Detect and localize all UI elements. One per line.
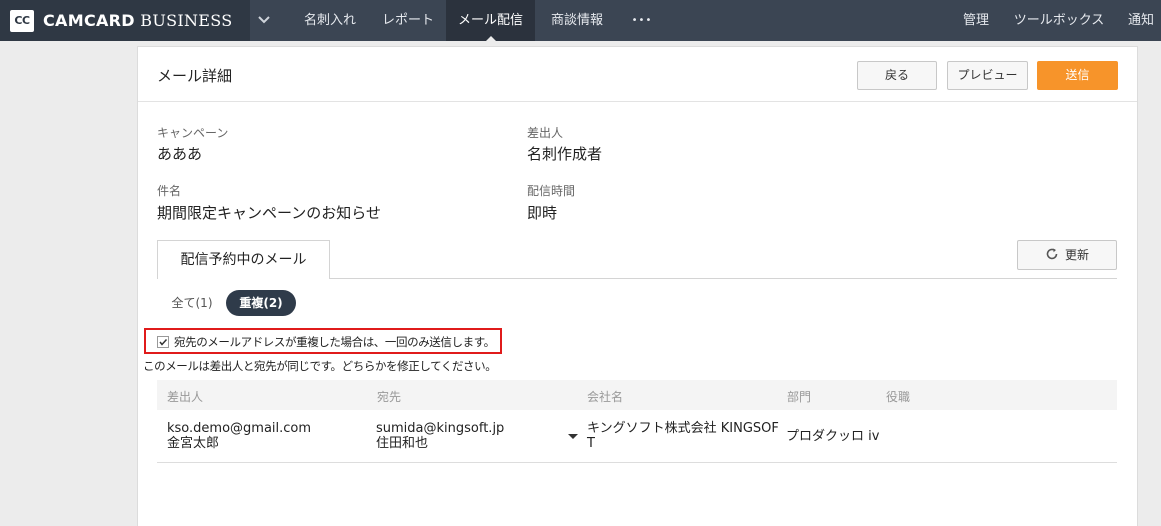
refresh-button[interactable]: 更新 [1017, 240, 1117, 270]
brand-name: CAMCARD BUSINESS [43, 11, 233, 30]
panel-header: メール詳細 戻る プレビュー 送信 [138, 47, 1137, 102]
nav-item-reports[interactable]: レポート [372, 0, 444, 41]
nav-item-mail-label: メール配信 [457, 13, 523, 28]
row-sender-email: kso.demo@gmail.com [167, 421, 312, 436]
time-value: 即時 [527, 204, 558, 222]
warning-text: このメールは差出人と宛先が同じです。どちらかを修正してください。 [143, 359, 497, 373]
nav-item-cards[interactable]: 名刺入れ [290, 0, 370, 41]
mail-detail-panel: メール詳細 戻る プレビュー 送信 キャンペーン あああ 差出人 名刺作成者 件… [137, 46, 1138, 526]
dedupe-checkbox[interactable] [157, 336, 169, 348]
nav-item-notify[interactable]: 通知 [1121, 0, 1161, 41]
row-sender-name: 金宮太郎 [167, 436, 220, 451]
col-department: 部門 [787, 390, 812, 404]
subject-value: 期間限定キャンペーンのお知らせ [157, 204, 381, 222]
more-icon[interactable]: ••• [622, 0, 662, 41]
col-title: 役職 [886, 390, 911, 404]
row-company-line2: T [587, 436, 595, 451]
brand[interactable]: CC CAMCARD BUSINESS [0, 0, 250, 41]
top-navbar: CC CAMCARD BUSINESS 名刺入れ レポート メール配信 商談情報… [0, 0, 1161, 41]
table-row: kso.demo@gmail.com 金宮太郎 sumida@kingsoft.… [157, 410, 1117, 463]
send-button[interactable]: 送信 [1037, 61, 1118, 90]
nav-item-deals[interactable]: 商談情報 [537, 0, 617, 41]
row-company-line1: キングソフト株式会社 KINGSOF [587, 421, 779, 436]
recipient-dropdown-icon[interactable] [568, 434, 578, 439]
nav-item-mail[interactable]: メール配信 [446, 0, 535, 41]
row-recipient-email: sumida@kingsoft.jp [376, 421, 505, 436]
camcard-logo-icon: CC [10, 10, 34, 32]
nav-item-admin[interactable]: 管理 [952, 0, 1000, 41]
preview-button[interactable]: プレビュー [947, 61, 1028, 90]
check-icon [159, 338, 168, 346]
refresh-icon [1046, 248, 1058, 260]
subject-label: 件名 [157, 184, 182, 198]
campaign-value: あああ [157, 145, 203, 163]
col-sender: 差出人 [167, 390, 204, 404]
chevron-down-icon [258, 16, 270, 24]
col-company: 会社名 [587, 390, 624, 404]
dedupe-label: 宛先のメールアドレスが重複した場合は、一回のみ送信します。 [174, 335, 495, 349]
sender-label: 差出人 [527, 126, 564, 140]
active-caret [485, 36, 496, 41]
nav-item-toolbox[interactable]: ツールボックス [1006, 0, 1112, 41]
sender-value: 名刺作成者 [527, 145, 603, 163]
campaign-label: キャンペーン [157, 126, 229, 140]
table-header: 差出人 宛先 会社名 部門 役職 [157, 380, 1117, 410]
row-recipient-name: 住田和也 [376, 436, 429, 451]
row-department: プロダクッロ iv [786, 429, 880, 444]
brand-menu-toggle[interactable] [250, 0, 280, 41]
tab-scheduled-mail[interactable]: 配信予約中のメール [157, 240, 330, 279]
filter-duplicate[interactable]: 重複(2) [226, 290, 296, 316]
dedupe-highlight: 宛先のメールアドレスが重複した場合は、一回のみ送信します。 [144, 328, 502, 354]
back-button[interactable]: 戻る [857, 61, 937, 90]
time-label: 配信時間 [527, 184, 576, 198]
page-title: メール詳細 [157, 67, 233, 85]
refresh-label: 更新 [1064, 248, 1089, 262]
col-recipient: 宛先 [377, 390, 402, 404]
filter-all[interactable]: 全て(1) [163, 290, 221, 316]
